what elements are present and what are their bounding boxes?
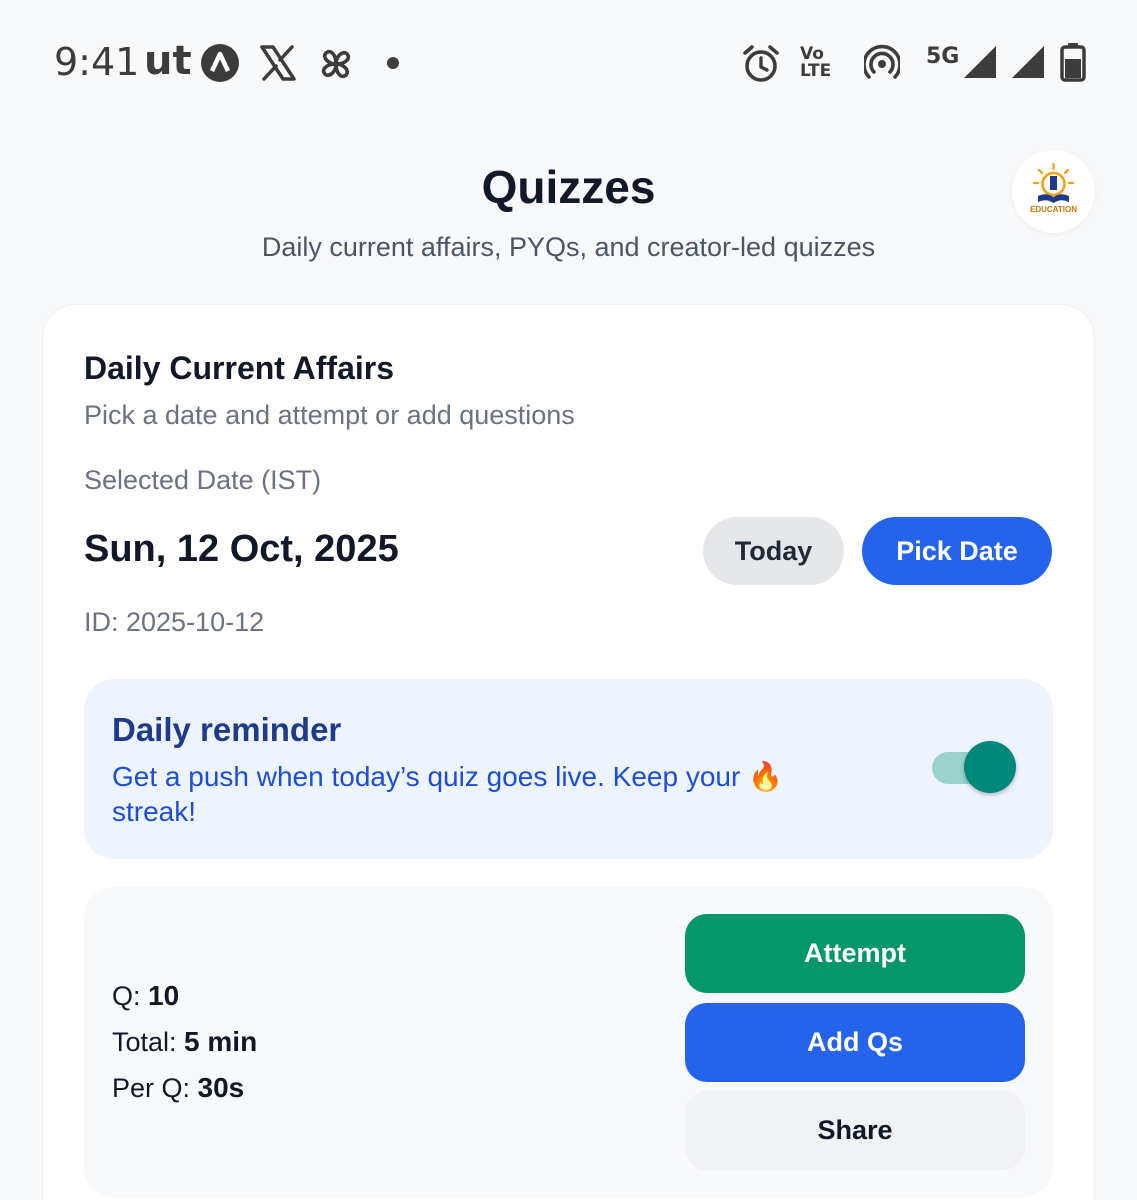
logo-emblem-icon bbox=[1032, 162, 1075, 203]
logo-text: EDUCATION bbox=[1030, 205, 1077, 214]
selected-date-label: Selected Date (IST) bbox=[84, 465, 322, 495]
volte-icon: Vo LTE bbox=[800, 46, 840, 82]
dot-icon bbox=[387, 57, 399, 69]
status-time: 9:41 bbox=[54, 40, 140, 84]
lte-label: LTE bbox=[800, 61, 832, 81]
question-count-value: 10 bbox=[148, 980, 180, 1011]
total-time-value: 5 min bbox=[184, 1026, 258, 1057]
reminder-description: Get a push when today’s quiz goes live. … bbox=[112, 761, 783, 827]
share-button[interactable]: Share bbox=[685, 1091, 1025, 1170]
nav-app-icon bbox=[201, 44, 239, 82]
carrier-glyph: ut bbox=[144, 38, 192, 84]
alarm-icon bbox=[743, 45, 779, 82]
total-time: Total: 5 min bbox=[112, 1026, 257, 1058]
question-count: Q: 10 bbox=[112, 980, 179, 1012]
per-question-time: Per Q: 30s bbox=[112, 1072, 244, 1104]
section-subtitle: Pick a date and attempt or add questions bbox=[84, 400, 575, 430]
date-id: ID: 2025-10-12 bbox=[84, 607, 265, 637]
pick-date-button[interactable]: Pick Date bbox=[862, 517, 1052, 585]
status-bar: 9:41 ut Vo LTE 5G bbox=[0, 0, 1137, 128]
toggle-knob bbox=[964, 741, 1016, 793]
reminder-title: Daily reminder bbox=[112, 711, 342, 748]
hotspot-icon bbox=[864, 44, 900, 79]
add-questions-button[interactable]: Add Qs bbox=[685, 1003, 1025, 1082]
attempt-button[interactable]: Attempt bbox=[685, 914, 1025, 993]
page-subtitle: Daily current affairs, PYQs, and creator… bbox=[261, 232, 876, 262]
brand-logo[interactable]: EDUCATION bbox=[1012, 150, 1095, 233]
question-count-label: Q: bbox=[112, 981, 149, 1011]
reminder-toggle[interactable] bbox=[930, 741, 1018, 795]
network-label: 5G bbox=[926, 44, 960, 69]
signal-icon bbox=[964, 46, 996, 78]
section-title: Daily Current Affairs bbox=[84, 350, 394, 386]
per-question-label: Per Q: bbox=[112, 1073, 198, 1103]
per-question-value: 30s bbox=[197, 1072, 245, 1103]
today-button[interactable]: Today bbox=[703, 517, 844, 585]
x-icon bbox=[260, 45, 296, 81]
signal-icon bbox=[1012, 46, 1044, 78]
battery-icon bbox=[1060, 43, 1086, 82]
total-time-label: Total: bbox=[112, 1027, 185, 1057]
pinwheel-icon bbox=[321, 49, 351, 79]
selected-date-value: Sun, 12 Oct, 2025 bbox=[84, 528, 399, 570]
page-title: Quizzes bbox=[481, 161, 656, 213]
